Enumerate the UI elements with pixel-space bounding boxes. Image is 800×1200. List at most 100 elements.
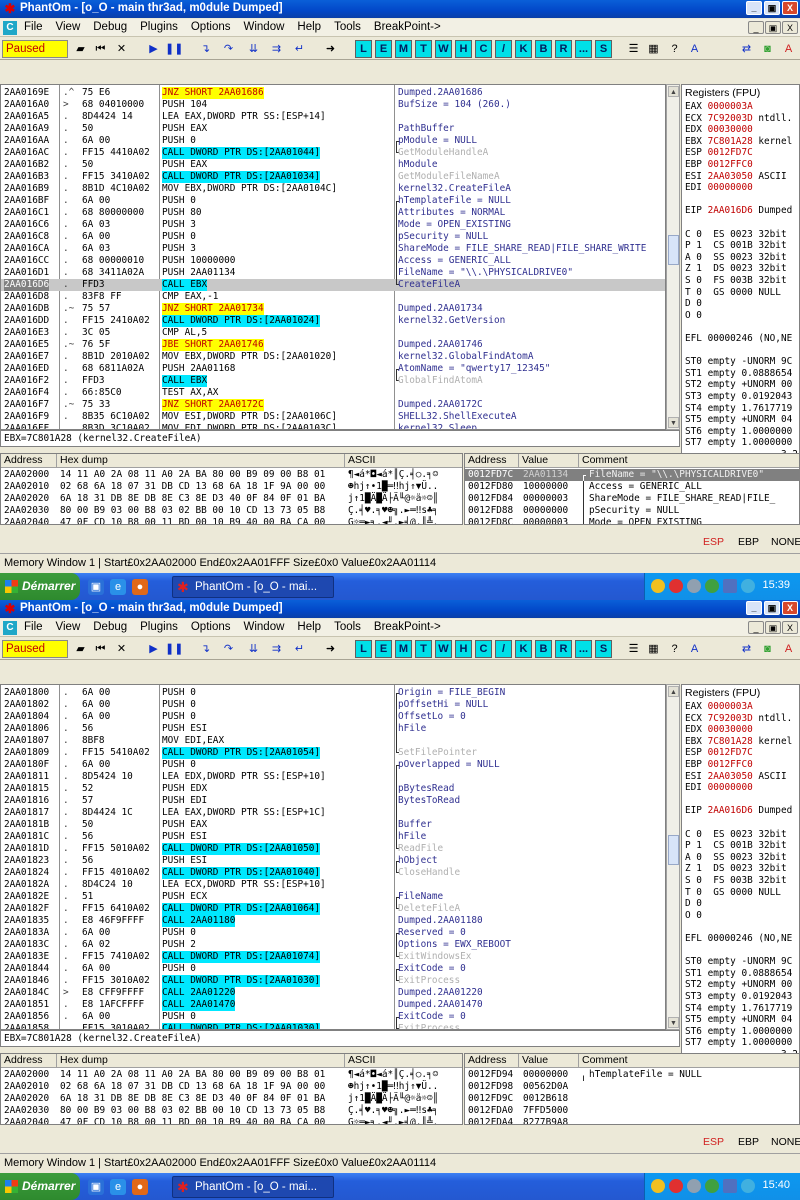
- toolbar-breakpoints-button[interactable]: B: [535, 40, 552, 58]
- register-line[interactable]: A 0 SS 0023 32bit: [685, 852, 787, 864]
- appearance-icon[interactable]: ▦: [645, 641, 662, 657]
- disasm-row[interactable]: 2AA01851. E8 1AFCFFFF CALL 2AA01470 Dumped.…: [1, 999, 665, 1011]
- disasm-row[interactable]: 2AA016CC. 68 00000010 PUSH 10000000 Access …: [1, 255, 665, 267]
- register-line[interactable]: D 0: [685, 898, 702, 910]
- menu-debug[interactable]: Debug: [93, 621, 127, 633]
- menu-tools[interactable]: Tools: [334, 621, 361, 633]
- start-button[interactable]: Démarrer: [0, 573, 80, 600]
- pause-icon[interactable]: ❚❚: [165, 641, 183, 657]
- monitor-icon[interactable]: [723, 1179, 737, 1193]
- registers-pane[interactable]: Registers (FPU) EAX 0000003A ECX 7C92003D…: [681, 684, 800, 1054]
- stack-header-comment[interactable]: Comment: [579, 1054, 799, 1068]
- volume-icon[interactable]: [705, 579, 719, 593]
- register-line[interactable]: EIP 2AA016D6 Dumped: [685, 205, 792, 217]
- volume-icon[interactable]: [705, 1179, 719, 1193]
- stack-header-address[interactable]: Address: [465, 454, 519, 468]
- menu-options[interactable]: Options: [191, 21, 231, 33]
- register-line[interactable]: EDX 00030000: [685, 124, 753, 136]
- open-folder-icon[interactable]: ▰: [72, 41, 89, 57]
- scroll-thumb[interactable]: [668, 235, 679, 265]
- register-line[interactable]: ST6 empty 1.0000000: [685, 1026, 792, 1038]
- disasm-row[interactable]: 2AA016E5 .~ 76 5F JBE SHORT 2AA01746 Dumped.…: [1, 339, 665, 351]
- stack-row[interactable]: 0012FD94 00000000 hTemplateFile = NULL: [465, 1069, 799, 1081]
- disasm-row[interactable]: 2AA01802. 6A 00 PUSH 0 pOffsetHi = NULL: [1, 699, 665, 711]
- menu-help[interactable]: Help: [297, 621, 321, 633]
- ebp-label[interactable]: EBP: [738, 1136, 759, 1148]
- antivirus-icon[interactable]: [669, 579, 683, 593]
- disasm-row[interactable]: 2AA01815. 52 PUSH EDX pBytesRead: [1, 783, 665, 795]
- register-line[interactable]: C 0 ES 0023 32bit: [685, 829, 787, 841]
- menu-file[interactable]: File: [24, 21, 43, 33]
- close-button[interactable]: X: [782, 601, 798, 615]
- toolbar-callstack-button[interactable]: K: [515, 640, 532, 658]
- disassembly-pane[interactable]: 2AA0169E .^ 75 E6 JNZ SHORT 2AA01686 Dumped.…: [0, 84, 666, 430]
- step-into-icon[interactable]: ↴: [197, 41, 214, 57]
- menu-window[interactable]: Window: [244, 621, 285, 633]
- minimize-button[interactable]: _: [746, 1, 762, 15]
- disasm-row[interactable]: 2AA016F7 .~ 75 33 JNZ SHORT 2AA0172C Dumped.…: [1, 399, 665, 411]
- register-line[interactable]: EAX 0000003A: [685, 101, 753, 113]
- open-folder-icon[interactable]: ▰: [72, 641, 89, 657]
- disasm-row[interactable]: 2AA016DB .~ 75 57 JNZ SHORT 2AA01734 Dumped.…: [1, 303, 665, 315]
- register-line[interactable]: ST0 empty -UNORM 9C: [685, 356, 792, 368]
- esp-label[interactable]: ESP: [703, 1136, 724, 1148]
- disasm-row[interactable]: 2AA0180F. 6A 00 PUSH 0 pOverlapped = NULL: [1, 759, 665, 771]
- menu-breakpoint[interactable]: BreakPoint->: [374, 621, 441, 633]
- list-icon[interactable]: ☰: [625, 641, 642, 657]
- menu-tools[interactable]: Tools: [334, 21, 361, 33]
- toolbar-windows-button[interactable]: W: [435, 40, 452, 58]
- show-desktop-icon[interactable]: ▣: [88, 579, 104, 595]
- register-line[interactable]: ESI 2AA03050 ASCII: [685, 171, 787, 183]
- hex-header-address[interactable]: Address: [1, 454, 57, 468]
- disasm-row[interactable]: 2AA016B2. 50 PUSH EAX hModule: [1, 159, 665, 171]
- disasm-row[interactable]: 2AA0183A. 6A 00 PUSH 0 Reserved = 0: [1, 927, 665, 939]
- disasm-row[interactable]: 2AA016B9. 8B1D 4C10A02 MOV EBX,DWORD PTR D…: [1, 183, 665, 195]
- about-icon[interactable]: A: [780, 641, 797, 657]
- stack-pane[interactable]: Address Value Comment 0012FD94 00000000 hT…: [464, 1053, 800, 1125]
- register-line[interactable]: ESI 2AA03050 ASCII: [685, 771, 787, 783]
- goto-icon[interactable]: ➜: [322, 641, 339, 657]
- toolbar-breakpoints-button[interactable]: B: [535, 640, 552, 658]
- mdi-minimize-button[interactable]: _: [748, 621, 764, 634]
- stack-row[interactable]: 0012FD88 00000000 pSecurity = NULL: [465, 505, 799, 517]
- toolbar-patches-button[interactable]: /: [495, 40, 512, 58]
- hex-header-ascii[interactable]: ASCII: [345, 454, 462, 468]
- appearance-icon[interactable]: ▦: [645, 41, 662, 57]
- shield-icon[interactable]: [651, 579, 665, 593]
- register-line[interactable]: ST1 empty 0.0888654: [685, 968, 792, 980]
- stack-row[interactable]: 0012FD7C 2AA01134 FileName = "\\.\PHYSICAL…: [465, 469, 799, 481]
- minimize-button[interactable]: _: [746, 601, 762, 615]
- toolbar-threads-button[interactable]: T: [415, 40, 432, 58]
- register-line[interactable]: S 0 FS 003B 32bit: [685, 275, 787, 287]
- swap-icon[interactable]: ⇄: [738, 641, 755, 657]
- maximize-button[interactable]: ▣: [764, 601, 780, 615]
- window-titlebar[interactable]: ✱ PhantOm - [o_O - main thr3ad, m0dule D…: [0, 600, 800, 618]
- register-line[interactable]: ST3 empty 0.0192043: [685, 991, 792, 1003]
- stack-row[interactable]: 0012FDA0 7FFD5000: [465, 1105, 799, 1117]
- disasm-row[interactable]: 2AA0184C > E8 CFF9FFFF CALL 2AA01220 Dumped.…: [1, 987, 665, 999]
- stack-row[interactable]: 0012FD80 10000000 Access = GENERIC_ALL: [465, 481, 799, 493]
- stack-row[interactable]: 0012FD8C 00000003 Mode = OPEN_EXISTING: [465, 517, 799, 524]
- mdi-restore-button[interactable]: ▣: [765, 621, 781, 634]
- mdi-close-button[interactable]: X: [782, 21, 798, 34]
- hex-header-ascii[interactable]: ASCII: [345, 1054, 462, 1068]
- step-over-icon[interactable]: ↷: [220, 41, 237, 57]
- scroll-down-icon[interactable]: ▼: [668, 1017, 679, 1028]
- toolbar-source-button[interactable]: S: [595, 640, 612, 658]
- disasm-row[interactable]: 2AA01817. 8D4424 1C LEA EAX,DWORD PTR SS:[…: [1, 807, 665, 819]
- disasm-row[interactable]: 2AA01823. 56 PUSH ESI hObject: [1, 855, 665, 867]
- toolbar-modules-button[interactable]: E: [375, 640, 392, 658]
- toolbar-runtrace-button[interactable]: ...: [575, 40, 592, 58]
- goto-icon[interactable]: ➜: [322, 41, 339, 57]
- disassembly-pane[interactable]: 2AA01800. 6A 00 PUSH 0 Origin = FILE_BEGIN 2…: [0, 684, 666, 1030]
- internet-explorer-icon[interactable]: e: [110, 1179, 126, 1195]
- execute-till-return-icon[interactable]: ↵: [291, 41, 308, 57]
- register-line[interactable]: EBX 7C801A28 kernel: [685, 736, 792, 748]
- stack-row[interactable]: 0012FD84 00000003 ShareMode = FILE_SHARE_R…: [465, 493, 799, 505]
- about-icon[interactable]: A: [780, 41, 797, 57]
- toolbar-modules-button[interactable]: E: [375, 40, 392, 58]
- toolbar-log-button[interactable]: L: [355, 40, 372, 58]
- disasm-row[interactable]: 2AA01807. 8BF8 MOV EDI,EAX: [1, 735, 665, 747]
- monitor-icon[interactable]: [723, 579, 737, 593]
- disasm-row[interactable]: 2AA0181D. FF15 5010A02 CALL DWORD PTR DS:[…: [1, 843, 665, 855]
